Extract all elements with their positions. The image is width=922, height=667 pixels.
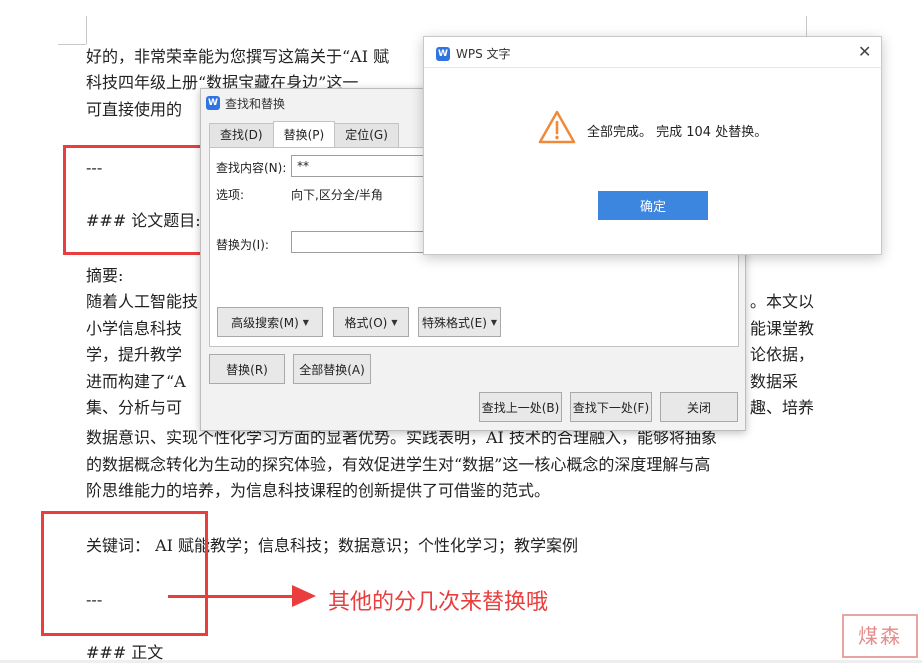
arrow-shaft [168,595,296,598]
margin-mark [86,16,87,44]
doc-line-fragment: 能课堂教 [750,319,815,338]
message-text: 全部完成。 完成 104 处替换。 [587,125,768,140]
tab-bar: 查找(D) 替换(P) 定位(G) [209,121,399,147]
annotation-text: 其他的分几次来替换哦 [328,590,549,615]
find-next-button[interactable]: 查找下一处(F) [570,392,652,422]
highlight-box [63,145,205,255]
dialog-title: 查找和替换 [225,96,286,111]
options-value: 向下,区分全/半角 [291,188,383,202]
tab-replace[interactable]: 替换(P) [272,121,336,147]
find-previous-button[interactable]: 查找上一处(B) [479,392,562,422]
dialog-title-bar[interactable]: W 查找和替换 [206,95,285,111]
special-format-button[interactable]: 特殊格式(E) ▼ [418,307,501,337]
tab-find[interactable]: 查找(D) [209,123,274,147]
chevron-down-icon: ▼ [391,317,398,327]
title-divider [424,67,881,68]
doc-line: 阶思维能力的培养，为信息科技课程的创新提供了可借鉴的范式。 [86,481,551,500]
close-icon[interactable]: ✕ [858,42,871,61]
wps-message-dialog[interactable]: W WPS 文字 ✕ 全部完成。 完成 104 处替换。 确定 [423,36,882,255]
tab-goto[interactable]: 定位(G) [334,123,399,147]
doc-line-fragment: 论依据， [750,345,815,364]
wps-logo-icon: W [206,96,220,110]
wps-logo-icon: W [436,46,450,61]
replace-all-button[interactable]: 全部替换(A) [293,354,371,384]
replace-button[interactable]: 替换(R) [209,354,285,384]
close-button[interactable]: 关闭 [660,392,738,422]
format-label: 格式(O) [344,315,388,330]
doc-line-fragment: 。本文以 [750,292,815,311]
message-title: WPS 文字 [456,47,511,61]
highlight-box [41,511,208,636]
chevron-down-icon: ▼ [490,317,498,327]
warning-icon [538,110,576,144]
format-button[interactable]: 格式(O) ▼ [333,307,409,337]
options-label: 选项: [216,188,245,202]
doc-line: 的数据概念转化为生动的探究体验，有效促进学生对“数据”这一核心概念的深度理解与高 [86,455,711,474]
chevron-down-icon: ▼ [302,317,309,327]
advanced-search-button[interactable]: 高级搜索(M) ▼ [217,307,323,337]
replace-label: 替换为(I): [216,238,269,252]
margin-mark [58,44,86,45]
message-title-bar[interactable]: W WPS 文字 [436,45,511,62]
ok-button[interactable]: 确定 [598,191,708,220]
advanced-search-label: 高级搜索(M) [231,315,299,330]
special-format-label: 特殊格式(E) [421,315,487,330]
arrow-head-icon [292,585,316,607]
doc-line-fragment: 数据采 [750,372,799,391]
watermark-stamp: 煤森 [842,614,918,658]
doc-line-fragment: 趣、培养 [750,398,815,417]
find-label: 查找内容(N): [216,161,287,175]
